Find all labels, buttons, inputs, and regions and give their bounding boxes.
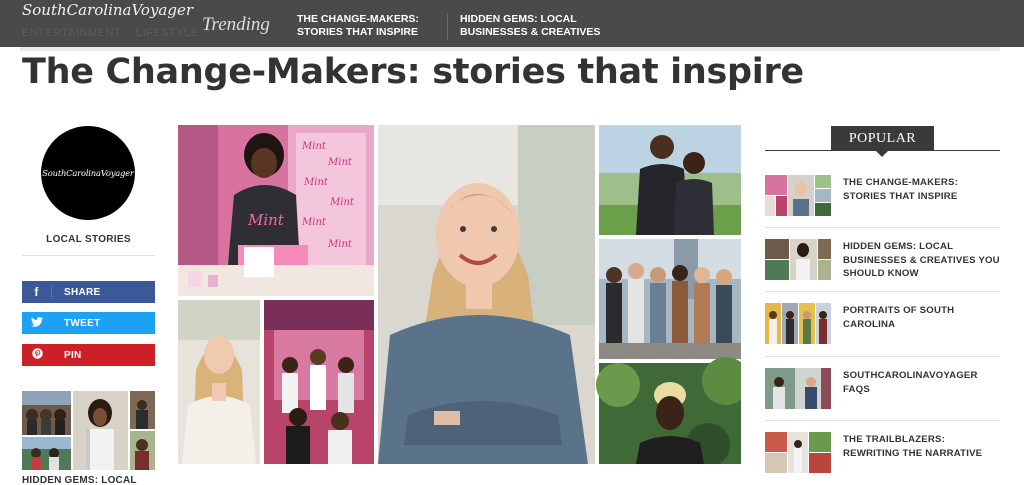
share-button-label: SHARE: [64, 286, 101, 298]
svg-text:Mint: Mint: [327, 239, 353, 250]
popular-item-title: THE CHANGE-MAKERS: STORIES THAT INSPIRE: [843, 177, 958, 202]
pinterest-share-button[interactable]: PIN: [22, 344, 155, 366]
svg-text:Mint: Mint: [301, 217, 327, 228]
tweet-button-label: TWEET: [64, 317, 101, 329]
trending-link-hidden-gems[interactable]: HIDDEN GEMS: LOCAL BUSINESSES & CREATIVE…: [460, 13, 620, 39]
popular-heading-notch: [876, 151, 888, 157]
twitter-icon: [22, 316, 52, 330]
popular-divider: [765, 291, 1000, 292]
logo-badge-text: SouthCarolinaVoyager: [42, 168, 134, 178]
popular-item[interactable]: THE TRAILBLAZERS: REWRITING THE NARRATIV…: [765, 432, 1000, 485]
hero-collage-image: MintMintMint MintMintMint Mint: [178, 125, 741, 464]
facebook-icon: f: [22, 285, 52, 299]
svg-text:Mint: Mint: [303, 177, 329, 188]
section-divider: [22, 255, 155, 256]
popular-divider: [765, 420, 1000, 421]
popular-item[interactable]: PORTRAITS OF SOUTH CAROLINA: [765, 303, 1000, 367]
popular-divider: [765, 227, 1000, 228]
pinterest-icon: [22, 348, 52, 362]
svg-text:Mint: Mint: [329, 197, 355, 208]
nav-ghost-lifestyle: LIFESTYLE: [136, 27, 199, 39]
site-logo-badge[interactable]: SouthCarolinaVoyager: [41, 126, 135, 220]
nav-ghost-entertainment: ENTERTAINMENT: [22, 27, 121, 39]
pin-button-label: PIN: [64, 349, 82, 361]
popular-heading: POPULAR: [831, 126, 934, 151]
related-story-thumbnail[interactable]: [22, 391, 155, 470]
site-brand-logo[interactable]: SouthCarolinaVoyager: [22, 1, 193, 19]
svg-text:Mint: Mint: [327, 157, 353, 168]
page-title: The Change-Makers: stories that inspire: [22, 52, 804, 92]
popular-item[interactable]: SOUTHCAROLINAVOYAGER FAQS: [765, 368, 1000, 432]
section-label[interactable]: LOCAL STORIES: [22, 234, 155, 245]
popular-item-thumbnail: [765, 175, 831, 216]
popular-divider: [765, 356, 1000, 357]
popular-item-thumbnail: [765, 368, 831, 409]
trending-divider: [447, 13, 448, 40]
trending-label: Trending: [202, 14, 270, 35]
popular-item-title: THE TRAILBLAZERS: REWRITING THE NARRATIV…: [843, 434, 983, 459]
popular-item-title: SOUTHCAROLINAVOYAGER FAQS: [843, 370, 978, 395]
popular-item-thumbnail: [765, 303, 831, 344]
svg-text:Mint: Mint: [301, 141, 327, 152]
popular-item-thumbnail: [765, 432, 831, 473]
popular-item[interactable]: THE CHANGE-MAKERS: STORIES THAT INSPIRE: [765, 175, 1000, 239]
svg-text:Mint: Mint: [247, 211, 285, 229]
related-story-caption[interactable]: HIDDEN GEMS: LOCAL: [22, 475, 137, 485]
facebook-share-button[interactable]: f SHARE: [22, 281, 155, 303]
topbar-shadow: [20, 47, 1000, 51]
top-navigation-bar: ENTERTAINMENT LIFESTYLE SouthCarolinaVoy…: [0, 0, 1024, 47]
trending-link-change-makers[interactable]: THE CHANGE-MAKERS: STORIES THAT INSPIRE: [297, 13, 437, 39]
popular-item-thumbnail: [765, 239, 831, 280]
twitter-share-button[interactable]: TWEET: [22, 312, 155, 334]
popular-item[interactable]: HIDDEN GEMS: LOCAL BUSINESSES & CREATIVE…: [765, 239, 1000, 303]
popular-item-title: PORTRAITS OF SOUTH CAROLINA: [843, 305, 955, 330]
popular-item-title: HIDDEN GEMS: LOCAL BUSINESSES & CREATIVE…: [843, 241, 1000, 279]
